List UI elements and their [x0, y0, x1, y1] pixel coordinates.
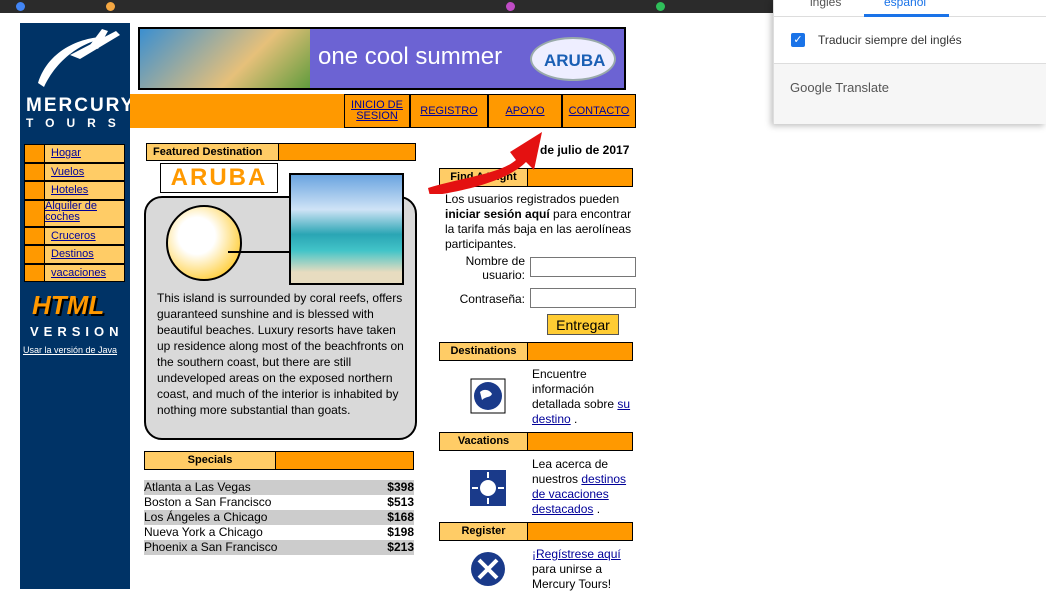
- aruba-beach-photo: [289, 173, 404, 285]
- special-dest: Boston a San Francisco: [144, 495, 272, 509]
- tab-english[interactable]: inglés: [810, 0, 841, 9]
- vacations-text: Lea acerca de nuestros destinos de vacac…: [532, 457, 642, 517]
- special-price: $198: [387, 525, 414, 539]
- checkbox-checked-icon[interactable]: ✓: [791, 33, 805, 47]
- nav-link[interactable]: vacaciones: [51, 267, 106, 279]
- html-version-badge: HTML VERSION: [20, 288, 130, 344]
- nav-link[interactable]: Vuelos: [51, 166, 84, 178]
- register-here-link[interactable]: ¡Regístrese aquí: [532, 547, 621, 561]
- sidebar-item-vacaciones: vacaciones: [24, 263, 125, 282]
- logo-line1: MERCURY: [26, 95, 136, 116]
- nav-link[interactable]: Destinos: [51, 248, 94, 260]
- sidebar-item-vuelos: Vuelos: [24, 162, 125, 181]
- google-translate-brand: Google Translate: [790, 80, 890, 95]
- destinations-globe-icon: [470, 378, 506, 414]
- password-label: Contraseña:: [459, 292, 525, 306]
- submit-button[interactable]: Entregar: [547, 314, 619, 335]
- menu-contact-cell: CONTACTO: [562, 94, 636, 128]
- special-dest: Los Ángeles a Chicago: [144, 510, 268, 524]
- featured-header: Featured Destination: [146, 143, 416, 161]
- active-tab-indicator: [864, 14, 949, 17]
- register-icon: [471, 552, 505, 586]
- sidebar-nav: Hogar Vuelos Hoteles Alquiler de coches …: [24, 144, 125, 283]
- nav-link[interactable]: Alquiler de coches: [45, 200, 125, 223]
- vacations-tail: .: [593, 502, 601, 516]
- banner-text: one cool summer: [318, 43, 503, 70]
- table-row: Boston a San Francisco $513: [144, 495, 414, 510]
- username-label: Nombre de usuario:: [465, 254, 525, 282]
- featured-header-label: Featured Destination: [147, 144, 279, 160]
- mercury-tours-logo: MERCURY TOURS: [20, 23, 133, 133]
- contact-link[interactable]: CONTACTO: [569, 105, 630, 117]
- sidebar-item-hoteles: Hoteles: [24, 181, 125, 200]
- nav-link[interactable]: Hoteles: [51, 184, 88, 196]
- destinations-tail: .: [570, 412, 578, 426]
- register-label: Register: [440, 523, 528, 540]
- vacations-header: Vacations: [439, 432, 633, 451]
- password-input[interactable]: [530, 288, 636, 308]
- username-input[interactable]: [530, 257, 636, 277]
- register-link[interactable]: REGISTRO: [420, 105, 477, 117]
- red-arrow-annotation: [428, 132, 542, 194]
- nav-link[interactable]: Hogar: [51, 147, 81, 159]
- find-flight-text: Los usuarios registrados pueden iniciar …: [445, 192, 640, 252]
- specials-table: Atlanta a Las Vegas $398 Boston a San Fra…: [144, 480, 414, 555]
- logo-line2: TOURS: [26, 116, 128, 130]
- featured-title: ARUBA: [160, 163, 278, 193]
- destinations-header: Destinations: [439, 342, 633, 361]
- register-text: ¡Regístrese aquí para unirse a Mercury T…: [532, 547, 642, 592]
- top-menu: INICIO DE SESION REGISTRO APOYO CONTACTO: [130, 94, 636, 128]
- table-row: Los Ángeles a Chicago $168: [144, 510, 414, 525]
- destinations-label: Destinations: [440, 343, 528, 360]
- aruba-logo: ARUBA: [530, 37, 616, 81]
- translate-tabs: inglés español: [774, 0, 1046, 17]
- whatsapp-icon[interactable]: [656, 2, 665, 11]
- featured-text: This island is surrounded by coral reefs…: [157, 291, 404, 417]
- globe-pointer: [228, 251, 292, 253]
- specials-header-label: Specials: [145, 452, 276, 469]
- vacations-label: Vacations: [440, 433, 528, 450]
- sidebar-item-cruceros: Cruceros: [24, 226, 125, 245]
- tab-spanish[interactable]: español: [884, 0, 926, 9]
- destinations-text-body: Encuentre información detallada sobre: [532, 367, 618, 411]
- specials-header: Specials: [144, 451, 414, 470]
- special-price: $513: [387, 495, 414, 509]
- tab-favicon[interactable]: [16, 2, 25, 11]
- table-row: Atlanta a Las Vegas $398: [144, 480, 414, 495]
- special-price: $213: [387, 540, 414, 554]
- nav-link[interactable]: Cruceros: [51, 230, 96, 242]
- always-translate-label: Traducir siempre del inglés: [818, 33, 962, 47]
- table-row: Nueva York a Chicago $198: [144, 525, 414, 540]
- banner-ad[interactable]: one cool summer ARUBA: [138, 27, 626, 90]
- java-version-link[interactable]: Usar la versión de Java: [23, 345, 117, 355]
- destinations-text: Encuentre información detallada sobre su…: [532, 367, 642, 427]
- sun-icon: [470, 470, 506, 506]
- aruba-logo-text: ARUBA: [544, 51, 606, 70]
- plane-icon: [38, 29, 120, 87]
- login-link[interactable]: INICIO DE SESION: [345, 100, 409, 122]
- banner-photo: [140, 29, 310, 88]
- google-translate-popup: inglés español ✓ Traducir siempre del in…: [773, 0, 1046, 124]
- special-price: $168: [387, 510, 414, 524]
- sidebar-item-destinos: Destinos: [24, 245, 125, 264]
- find-text-pre: Los usuarios registrados pueden: [445, 192, 620, 206]
- globe-icon: [166, 205, 242, 281]
- menu-login-cell: INICIO DE SESION: [344, 94, 410, 128]
- sidebar-item-hogar: Hogar: [24, 144, 125, 163]
- special-dest: Phoenix a San Francisco: [144, 540, 278, 554]
- tab-favicon[interactable]: [106, 2, 115, 11]
- html-version-line1: HTML: [32, 290, 105, 320]
- special-dest: Nueva York a Chicago: [144, 525, 263, 539]
- register-text-body: para unirse a Mercury Tours!: [532, 562, 612, 591]
- sidebar-item-alquiler: Alquiler de coches: [24, 199, 125, 227]
- register-header: Register: [439, 522, 633, 541]
- find-text-bold: iniciar sesión aquí: [445, 207, 550, 221]
- html-version-line2: VERSION: [30, 324, 124, 339]
- tab-favicon[interactable]: [506, 2, 515, 11]
- special-dest: Atlanta a Las Vegas: [144, 480, 251, 494]
- support-link[interactable]: APOYO: [505, 105, 544, 117]
- table-row: Phoenix a San Francisco $213: [144, 540, 414, 555]
- special-price: $398: [387, 480, 414, 494]
